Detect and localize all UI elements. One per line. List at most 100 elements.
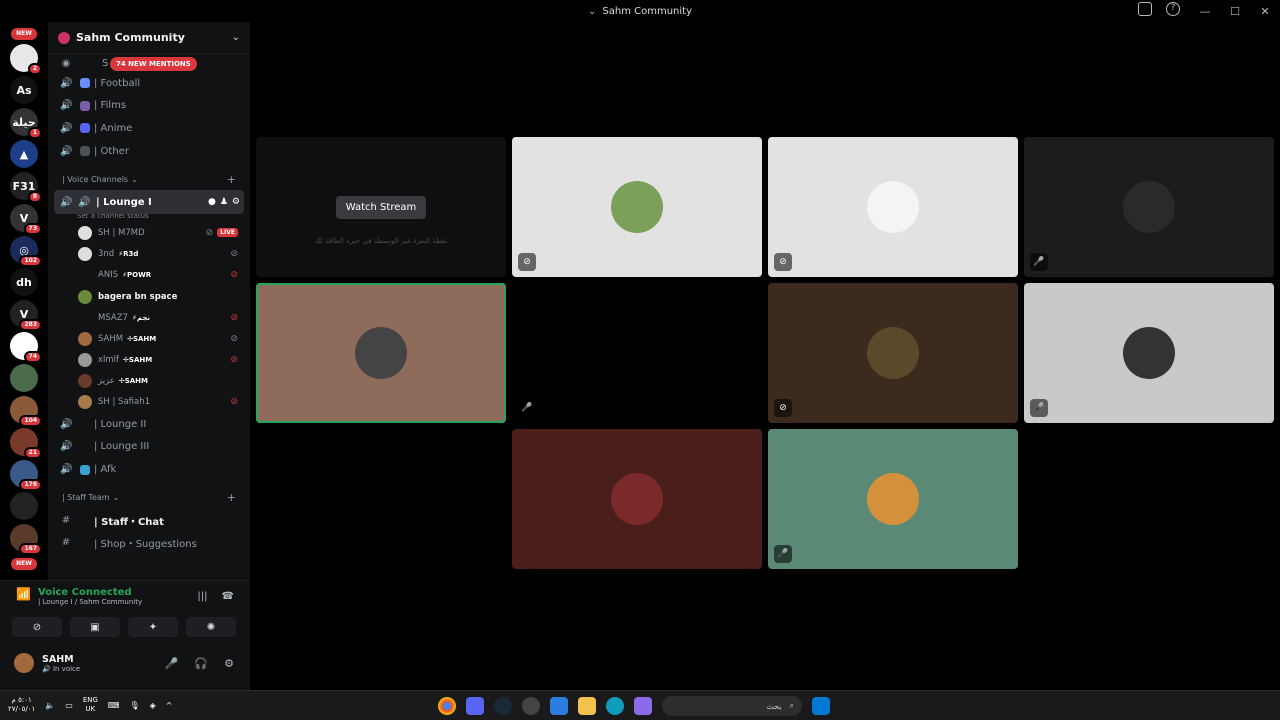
guild-header[interactable]: Sahm Community ⌄: [48, 22, 250, 54]
server-icon[interactable]: حيلة 1: [10, 108, 42, 139]
microphone-icon[interactable]: 🎙: [129, 701, 139, 710]
participant-tile[interactable]: [256, 283, 506, 423]
keyboard-icon[interactable]: ⌨: [108, 701, 120, 710]
server-icon[interactable]: As: [10, 76, 38, 104]
volume-icon[interactable]: 🔈: [45, 701, 55, 710]
avatar: [1123, 181, 1175, 233]
channel-lounge-i[interactable]: 🔊 🔊 | Lounge I ● ♟ ⚙: [54, 190, 244, 215]
chevron-up-icon[interactable]: ^: [166, 701, 173, 710]
store-icon[interactable]: [550, 697, 568, 715]
channel-item[interactable]: 🔊 | Films: [48, 95, 250, 118]
guild-icon: [58, 31, 70, 44]
voice-user[interactable]: عزيز ✢SAHM: [48, 371, 250, 392]
server-icon[interactable]: ◎ 102: [10, 236, 42, 267]
participant-tile[interactable]: 🎤: [768, 429, 1018, 569]
voice-user[interactable]: ANIS ⚡POWR ⊘: [48, 265, 250, 286]
server-icon[interactable]: 104: [10, 396, 42, 427]
participant-tile[interactable]: [512, 429, 762, 569]
channel-emoji-icon: [80, 515, 90, 525]
mention-badge: 283: [19, 319, 42, 331]
participant-tile[interactable]: ⊘: [768, 283, 1018, 423]
steam-tray-icon[interactable]: ◈: [150, 701, 156, 710]
disconnect-icon[interactable]: ☎: [222, 591, 234, 602]
muted-mic-icon: ⊘: [774, 399, 792, 417]
taskbar-search[interactable]: بحث ⌕: [662, 696, 802, 716]
windows-start-icon[interactable]: [812, 697, 830, 715]
server-icon[interactable]: V 283: [10, 300, 42, 331]
add-channel-icon[interactable]: +: [227, 173, 236, 186]
chrome-icon[interactable]: [438, 697, 456, 715]
camera-off-button[interactable]: ⊘: [12, 617, 62, 637]
participant-tile[interactable]: 🎤: [1024, 137, 1274, 277]
channel-item[interactable]: 🔊 | Football: [48, 72, 250, 95]
user-area[interactable]: SAHM 🔊 In voice: [14, 653, 80, 673]
server-icon[interactable]: 74: [10, 332, 42, 363]
user-settings-gear-icon[interactable]: ⚙: [224, 657, 234, 670]
edge-icon[interactable]: [606, 697, 624, 715]
soundboard-button[interactable]: ✺: [186, 617, 236, 637]
settings-icon[interactable]: [522, 697, 540, 715]
server-icon[interactable]: 2: [10, 44, 42, 75]
add-channel-icon[interactable]: +: [227, 491, 236, 504]
noise-suppression-icon[interactable]: |||: [197, 591, 207, 602]
channel-item[interactable]: 🔊 | Anime: [48, 117, 250, 140]
discord-icon[interactable]: [466, 697, 484, 715]
mute-mic-icon[interactable]: 🎤: [165, 657, 179, 670]
stream-tile[interactable]: Watch Stream نقطة النقرة غير الوسيطة في ح…: [256, 137, 506, 277]
channel-item[interactable]: 🔊 | Afk: [48, 458, 250, 481]
chevron-down-icon[interactable]: ⌄: [232, 32, 240, 43]
close-icon[interactable]: ✕: [1250, 5, 1280, 18]
participant-tile[interactable]: 🎤: [1024, 283, 1274, 423]
file-explorer-icon[interactable]: [578, 697, 596, 715]
clock[interactable]: ٥:٠١ م ٢٧/٠٥/٠١: [8, 696, 35, 714]
channel-item[interactable]: 🔊 | Other: [48, 140, 250, 163]
inbox-icon[interactable]: [1138, 2, 1152, 16]
voice-user[interactable]: xlmlf ✢SAHM ⊘: [48, 350, 250, 371]
voice-user[interactable]: SH | M7MD ⊘ LIVE: [48, 222, 250, 243]
server-icon[interactable]: 176: [10, 460, 42, 491]
channel-item[interactable]: 🔊 | Lounge II: [48, 413, 250, 436]
steam-icon[interactable]: [494, 697, 512, 715]
server-icon[interactable]: dh: [10, 268, 38, 296]
invite-icon[interactable]: ♟: [220, 197, 228, 207]
channel-item[interactable]: # | Staff・Chat: [48, 509, 250, 532]
channel-item[interactable]: # | Shop・Suggestions: [48, 531, 250, 554]
maximize-icon[interactable]: ☐: [1220, 5, 1250, 18]
copilot-icon[interactable]: [634, 697, 652, 715]
server-icon[interactable]: 21: [10, 428, 42, 459]
channel-partial[interactable]: ◉ S 74 NEW MENTIONS: [48, 54, 250, 72]
participant-tile[interactable]: 🎤: [512, 283, 762, 423]
help-icon[interactable]: ?: [1166, 2, 1180, 16]
new-server-badge[interactable]: NEW: [11, 28, 37, 40]
voice-user[interactable]: 3nd ⚡R3d ⊘: [48, 244, 250, 265]
voice-user[interactable]: bagera bn space: [48, 286, 250, 307]
participant-tile[interactable]: ⊘: [512, 137, 762, 277]
activities-button[interactable]: ✦: [128, 617, 178, 637]
category-staff-team[interactable]: | Staff Team ⌄ +: [48, 487, 250, 509]
server-icon[interactable]: ▲: [10, 140, 38, 168]
server-icon[interactable]: 167: [10, 524, 42, 555]
channel-item[interactable]: 🔊 | Lounge III: [48, 436, 250, 459]
new-mentions-pill[interactable]: 74 NEW MENTIONS: [110, 57, 197, 71]
server-icon[interactable]: [10, 492, 38, 520]
language-indicator[interactable]: ENG UK: [83, 696, 98, 714]
server-icon[interactable]: [10, 364, 38, 392]
voice-location-link[interactable]: | Lounge I / Sahm Community: [38, 598, 142, 606]
participant-tile[interactable]: ⊘: [768, 137, 1018, 277]
new-server-badge[interactable]: NEW: [11, 558, 37, 570]
watch-stream-button[interactable]: Watch Stream: [335, 195, 427, 219]
voice-stage: Watch Stream نقطة النقرة غير الوسيطة في ح…: [250, 22, 1280, 690]
display-icon[interactable]: ▭: [65, 701, 73, 710]
category-voice-channels[interactable]: | Voice Channels ⌄ +: [48, 168, 250, 190]
server-icon[interactable]: V 73: [10, 204, 42, 235]
screen-share-button[interactable]: ▣: [70, 617, 120, 637]
settings-gear-icon[interactable]: ⚙: [232, 197, 240, 207]
voice-user[interactable]: SH | Safiah1 ⊘: [48, 392, 250, 413]
minimize-icon[interactable]: —: [1190, 5, 1220, 18]
avatar: [611, 473, 663, 525]
voice-user[interactable]: SAHM ✢SAHM ⊘: [48, 328, 250, 349]
chat-icon[interactable]: ●: [208, 197, 216, 207]
headphones-icon[interactable]: 🎧: [194, 657, 208, 670]
voice-user[interactable]: MSAZ7 ⚡نجم ⊘: [48, 307, 250, 328]
server-icon[interactable]: F31 8: [10, 172, 42, 203]
